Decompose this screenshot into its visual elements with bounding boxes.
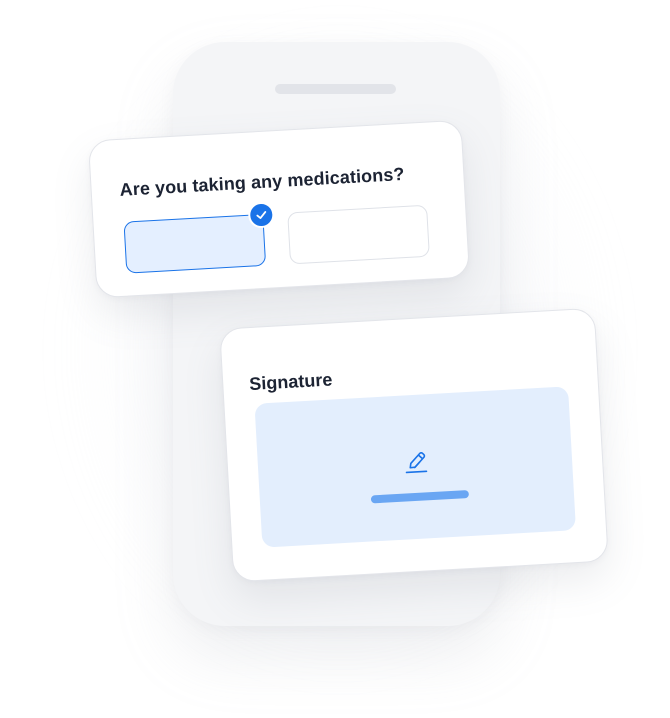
signature-card: Signature <box>219 307 609 583</box>
signature-pad[interactable] <box>254 386 577 548</box>
signature-stroke <box>370 490 470 504</box>
check-icon-glyph <box>256 211 267 219</box>
signature-title: Signature <box>248 369 333 395</box>
answer-option-selected[interactable] <box>123 213 267 274</box>
illustration-stage: Are you taking any medications? Signatur… <box>0 0 670 718</box>
pen-icon <box>405 452 428 474</box>
question-title: Are you taking any medications? <box>119 163 405 200</box>
phone-speaker-bar <box>275 84 396 94</box>
medication-question-card: Are you taking any medications? <box>87 119 471 299</box>
answer-option-unselected[interactable] <box>287 204 430 265</box>
check-icon <box>247 201 276 229</box>
